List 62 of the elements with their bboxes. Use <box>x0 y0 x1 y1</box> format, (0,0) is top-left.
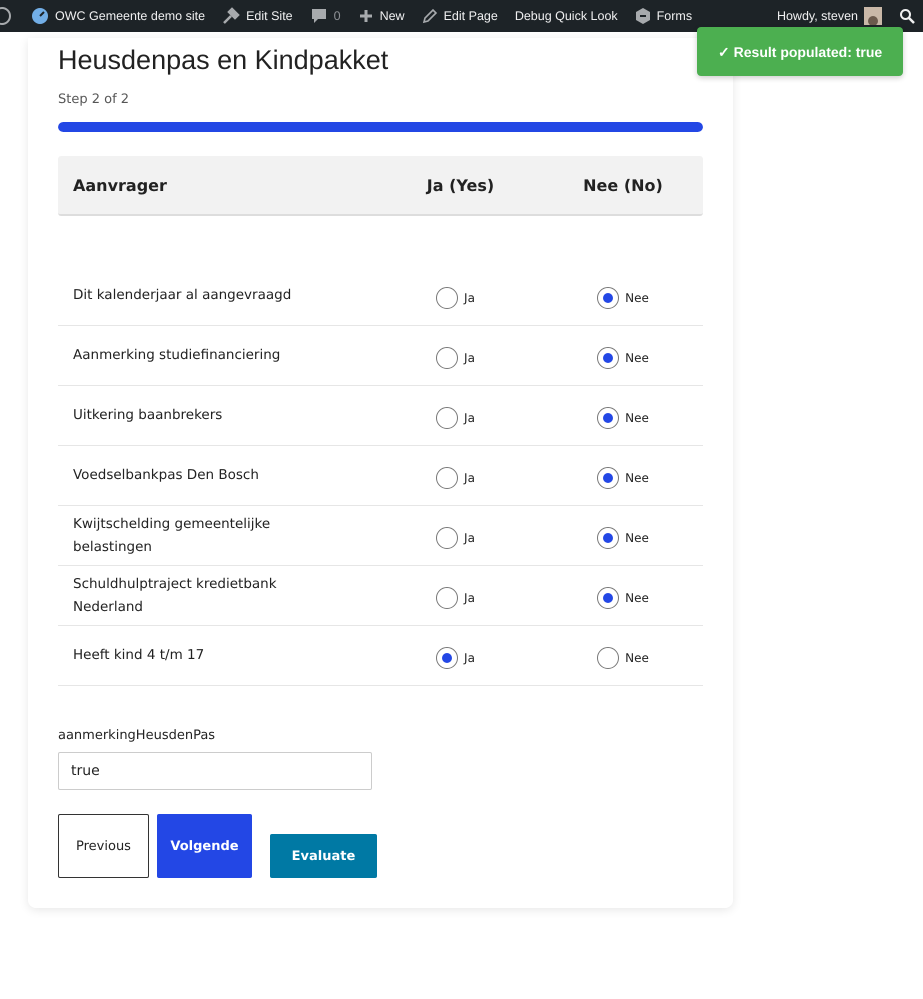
field-label: aanmerkingHeusdenPas <box>58 728 216 743</box>
question-label: Uitkering baanbrekers <box>72 406 224 425</box>
column-header: Aanvrager <box>72 176 168 194</box>
input-field[interactable]: true <box>58 752 372 790</box>
radio-option[interactable]: Ja <box>378 646 543 668</box>
column-header: Nee (No) <box>582 176 664 194</box>
radio-button[interactable] <box>436 466 458 488</box>
radio-button[interactable] <box>436 586 458 608</box>
admin-bar-item[interactable]: Forms <box>634 7 692 25</box>
pencil-icon <box>422 8 438 24</box>
success-toast: ✓ Result populated: true <box>697 27 903 76</box>
radio-button[interactable] <box>597 466 620 488</box>
admin-bar-item[interactable]: New <box>358 8 405 24</box>
comment-icon <box>310 7 328 25</box>
question-label: Heeft kind 4 t/m 17 <box>72 646 206 665</box>
avatar-icon <box>864 7 882 25</box>
radio-option[interactable]: Nee <box>543 526 703 548</box>
radio-button[interactable] <box>597 286 620 308</box>
radio-button[interactable] <box>597 646 620 668</box>
dashboard-icon <box>31 7 49 25</box>
radio-button[interactable] <box>597 406 620 428</box>
evaluate-button[interactable]: Evaluate <box>270 834 377 878</box>
search-icon[interactable] <box>899 8 915 24</box>
radio-option[interactable]: Nee <box>543 286 703 308</box>
form-title: Heusdenpas en Kindpakket <box>58 44 390 77</box>
radio-button[interactable] <box>597 346 620 368</box>
radio-option[interactable]: Ja <box>378 406 543 428</box>
question-label: Aanmerking studiefinanciering <box>72 346 282 365</box>
question-label: Voedselbankpas Den Bosch <box>72 466 260 485</box>
admin-bar-item[interactable]: Edit Site <box>222 7 293 25</box>
admin-bar-item[interactable]: Edit Page <box>422 8 498 24</box>
question-label: Dit kalenderjaar al aangevraagd <box>72 286 292 305</box>
radio-option[interactable]: Nee <box>543 466 703 488</box>
radio-button[interactable] <box>436 286 458 308</box>
radio-option[interactable]: Nee <box>543 586 703 608</box>
radio-option[interactable]: Ja <box>378 286 543 308</box>
question-label: Kwijtschelding gemeentelijke belastingen <box>72 514 272 556</box>
radio-button[interactable] <box>597 526 620 548</box>
admin-bar-item[interactable]: OWC Gemeente demo site <box>31 7 206 25</box>
forms-icon <box>634 7 651 25</box>
admin-bar-link[interactable]: Debug Quick Look <box>514 9 618 23</box>
step-indicator: Step 2 of 2 <box>58 92 130 107</box>
radio-button[interactable] <box>436 346 458 368</box>
radio-button[interactable] <box>436 646 458 668</box>
account-menu[interactable]: Howdy, steven <box>776 7 882 25</box>
radio-button[interactable] <box>597 586 620 608</box>
radio-option[interactable]: Ja <box>378 586 543 608</box>
radio-button[interactable] <box>436 526 458 548</box>
next-button[interactable]: Volgende <box>157 814 252 878</box>
previous-button[interactable]: Previous <box>58 814 149 878</box>
column-header: Ja (Yes) <box>424 176 496 194</box>
radio-option[interactable]: Nee <box>543 346 703 368</box>
plus-icon <box>358 8 374 24</box>
question-label: Schuldhulptraject kredietbank Nederland <box>72 574 278 616</box>
radio-button[interactable] <box>436 406 458 428</box>
hammer-icon <box>222 7 240 25</box>
radio-option[interactable]: Nee <box>543 406 703 428</box>
radio-option[interactable]: Nee <box>543 646 703 668</box>
radio-option[interactable]: Ja <box>378 346 543 368</box>
radio-option[interactable]: Ja <box>378 466 543 488</box>
radio-option[interactable]: Ja <box>378 526 543 548</box>
admin-bar-item[interactable]: 0 <box>310 7 341 25</box>
